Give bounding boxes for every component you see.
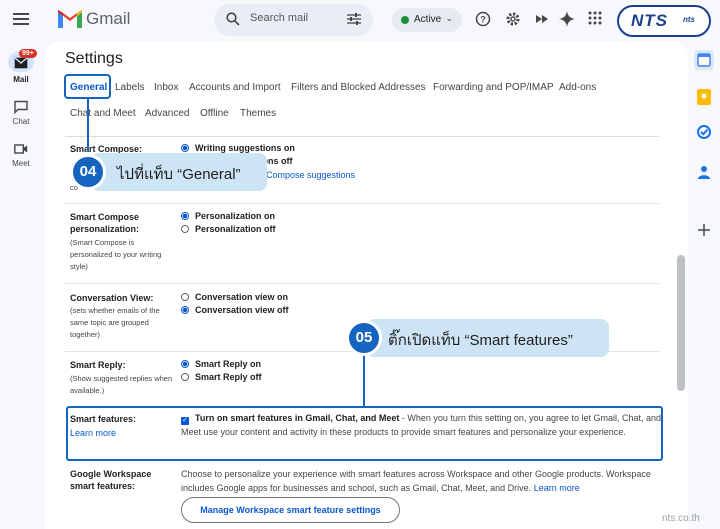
nts-logo: NTS nts — [617, 5, 711, 37]
keep-icon[interactable] — [688, 89, 720, 110]
step5-text: ติ๊กเปิดแท็บ “Smart features” — [388, 332, 573, 349]
radio-selected-icon[interactable] — [181, 306, 189, 314]
watermark: nts.co.th — [662, 513, 700, 524]
step5-connector — [363, 354, 365, 406]
chat-icon — [14, 100, 28, 114]
search-bar[interactable] — [214, 4, 373, 36]
tasks-icon[interactable] — [688, 125, 720, 144]
gemini-magic-icon[interactable] — [533, 11, 551, 29]
personalization-off-option[interactable]: Personalization off — [181, 224, 276, 234]
smart-compose-on-option[interactable]: Writing suggestions on — [181, 143, 295, 153]
page-title: Settings — [65, 50, 123, 67]
tab-labels[interactable]: Labels — [115, 82, 144, 93]
search-options-icon[interactable] — [347, 13, 361, 25]
apps-grid-icon[interactable] — [586, 11, 604, 29]
nts-logo-small: nts — [683, 15, 695, 24]
workspace-label: Google Workspace smart features: — [70, 469, 152, 491]
scrollbar[interactable] — [677, 255, 685, 391]
rail-mail-label: Mail — [13, 75, 29, 84]
search-icon[interactable] — [226, 12, 240, 26]
smart-reply-off-option[interactable]: Smart Reply off — [181, 372, 262, 382]
search-input[interactable] — [250, 12, 346, 24]
add-icon[interactable] — [688, 223, 720, 241]
step4-connector — [87, 99, 89, 151]
personalization-desc: (Smart Compose is personalized to your w… — [70, 238, 162, 271]
status-label: Active — [414, 14, 442, 25]
tab-filters[interactable]: Filters and Blocked Addresses — [291, 82, 426, 93]
gear-icon[interactable] — [504, 11, 522, 29]
workspace-text: Choose to personalize your experience wi… — [181, 469, 651, 493]
gmail-wordmark[interactable]: Gmail — [86, 9, 130, 29]
help-icon[interactable]: ? — [474, 11, 492, 29]
smart-reply-desc: (Show suggested replies when available.) — [70, 374, 173, 395]
radio-unselected-icon[interactable] — [181, 373, 189, 381]
smart-reply-label: Smart Reply: — [70, 360, 126, 370]
sparkle-icon[interactable] — [558, 11, 576, 29]
rail-chat[interactable]: Chat — [0, 100, 42, 126]
top-bar: Gmail Active ⌄ ? NTS nts — [0, 0, 720, 42]
tab-chat-meet[interactable]: Chat and Meet — [70, 108, 136, 119]
tab-forwarding[interactable]: Forwarding and POP/IMAP — [433, 82, 554, 93]
row-divider — [65, 283, 659, 284]
svg-text:?: ? — [480, 15, 486, 25]
step4-text: ไปที่แท็บ “General” — [117, 166, 241, 183]
conversation-view-on-option[interactable]: Conversation view on — [181, 292, 288, 302]
rail-meet[interactable]: Meet — [0, 142, 42, 168]
smart-reply-on-option[interactable]: Smart Reply on — [181, 359, 261, 369]
tab-divider — [65, 136, 659, 137]
manage-workspace-button[interactable]: Manage Workspace smart feature settings — [181, 497, 400, 523]
smart-compose-on-label: Writing suggestions on — [195, 143, 295, 153]
video-camera-icon — [14, 144, 28, 154]
workspace-learn-more[interactable]: Learn more — [534, 483, 580, 493]
personalization-label: Smart Compose personalization: — [70, 212, 140, 234]
radio-unselected-icon[interactable] — [181, 225, 189, 233]
unread-badge: 99+ — [19, 49, 37, 58]
status-dropdown[interactable]: Active ⌄ — [392, 8, 462, 32]
conversation-view-off-option[interactable]: Conversation view off — [181, 305, 289, 315]
personalization-on-option[interactable]: Personalization on — [181, 211, 275, 221]
tab-addons[interactable]: Add-ons — [559, 82, 596, 93]
tab-advanced[interactable]: Advanced — [145, 108, 189, 119]
tab-inbox[interactable]: Inbox — [154, 82, 178, 93]
radio-selected-icon[interactable] — [181, 144, 189, 152]
step4-number: 04 — [70, 154, 106, 190]
calendar-icon[interactable] — [688, 50, 720, 75]
row-divider — [65, 203, 659, 204]
menu-icon[interactable] — [13, 11, 29, 27]
rail-meet-label: Meet — [12, 159, 30, 168]
tab-offline[interactable]: Offline — [200, 108, 229, 119]
radio-selected-icon[interactable] — [181, 360, 189, 368]
smart-compose-link[interactable]: Compose suggestions — [266, 170, 355, 180]
rail-mail[interactable]: 99+ Mail — [0, 49, 42, 84]
contacts-icon[interactable] — [688, 165, 720, 184]
tab-themes[interactable]: Themes — [240, 108, 276, 119]
status-dot-icon — [401, 16, 409, 24]
nts-logo-text: NTS — [631, 11, 668, 30]
radio-unselected-icon[interactable] — [181, 293, 189, 301]
gmail-logo-icon[interactable] — [58, 9, 82, 29]
general-tab-highlight — [64, 74, 111, 99]
smart-features-highlight — [66, 406, 663, 461]
tab-accounts-import[interactable]: Accounts and Import — [189, 82, 281, 93]
conversation-view-label: Conversation View: — [70, 293, 154, 303]
mail-icon — [14, 57, 28, 69]
radio-selected-icon[interactable] — [181, 212, 189, 220]
step4-callout: ไปที่แท็บ “General” — [91, 153, 267, 191]
rail-chat-label: Chat — [12, 117, 30, 126]
step5-number: 05 — [346, 320, 382, 356]
conversation-view-desc: (sets whether emails of the same topic a… — [70, 306, 160, 339]
step5-callout: ติ๊กเปิดแท็บ “Smart features” — [366, 319, 609, 357]
chevron-down-icon: ⌄ — [445, 13, 453, 23]
